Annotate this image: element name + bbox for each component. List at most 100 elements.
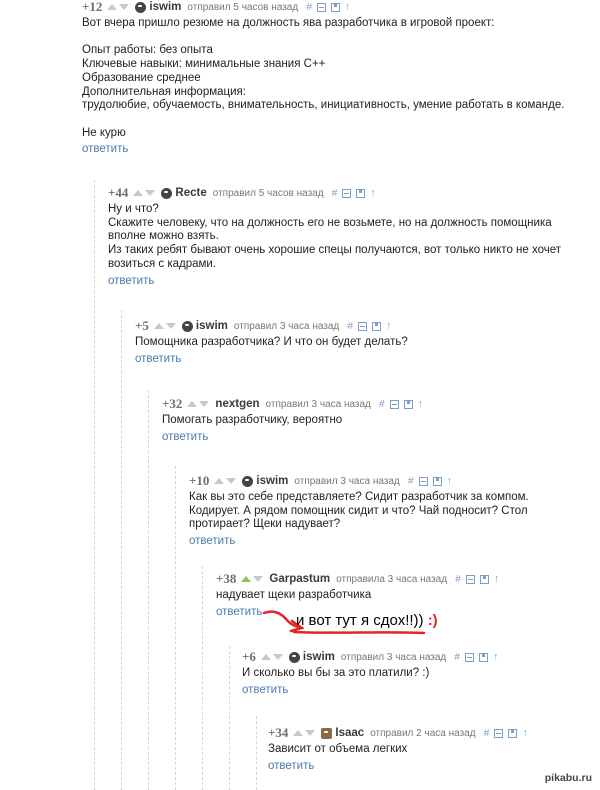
downvote-icon[interactable] <box>305 730 316 736</box>
reply-link[interactable]: ответить <box>216 606 262 619</box>
upvote-icon[interactable] <box>260 654 271 660</box>
reply-link[interactable]: ответить <box>242 684 288 697</box>
permalink-icon[interactable]: # <box>347 320 353 332</box>
comment-body: Зависит от объема легких <box>268 743 408 755</box>
reply-link[interactable]: ответить <box>162 431 208 444</box>
reply-link[interactable]: ответить <box>82 143 128 156</box>
reply-link[interactable]: ответить <box>189 535 235 548</box>
avatar[interactable] <box>161 187 173 199</box>
comment-body: Ну и что? Скажите человеку, что на должн… <box>108 203 562 270</box>
comment-score: +38 <box>216 571 237 586</box>
collapse-icon[interactable] <box>418 476 428 486</box>
comment-header: +38 Garpastum отправила 3 часа назад # ↑ <box>216 571 499 586</box>
parent-arrow-icon[interactable]: ↑ <box>370 187 375 199</box>
comment: +10 iswim отправил 3 часа назад # ↑ Как в… <box>189 473 529 548</box>
thread-line <box>175 466 176 790</box>
thread-line <box>148 390 149 790</box>
downvote-icon[interactable] <box>145 190 156 196</box>
avatar[interactable] <box>288 651 300 663</box>
comment-score: +34 <box>268 725 289 740</box>
collapse-icon[interactable] <box>342 188 352 198</box>
comment-score: +12 <box>82 0 103 14</box>
comment-timestamp: отправил 3 часа назад <box>340 651 447 663</box>
comment-header: +5 iswim отправил 3 часа назад # ↑ <box>135 318 408 333</box>
comment-author[interactable]: iswim <box>256 475 288 487</box>
save-icon[interactable] <box>508 728 518 738</box>
parent-arrow-icon[interactable]: ↑ <box>493 651 498 663</box>
reply-link[interactable]: ответить <box>135 353 181 366</box>
permalink-icon[interactable]: # <box>332 187 338 199</box>
comment-author[interactable]: iswim <box>149 1 181 13</box>
comment-body: И сколько вы бы за это платили? :) <box>242 667 430 679</box>
thread-line <box>256 716 257 790</box>
save-icon[interactable] <box>479 652 489 662</box>
avatar[interactable] <box>242 475 254 487</box>
upvote-icon[interactable] <box>241 576 252 582</box>
parent-arrow-icon[interactable]: ↑ <box>447 475 452 487</box>
comment-body: Помогать разработчику, вероятно <box>162 414 343 426</box>
collapse-icon[interactable] <box>465 652 475 662</box>
collapse-icon[interactable] <box>317 2 327 12</box>
parent-arrow-icon[interactable]: ↑ <box>494 573 499 585</box>
comment-author[interactable]: Garpastum <box>269 573 330 585</box>
avatar[interactable] <box>321 727 333 739</box>
thread-line <box>229 646 230 790</box>
comment-author[interactable]: iswim <box>303 651 335 663</box>
comment-header: +12 iswim отправил 5 часов назад # ↑ <box>82 0 564 14</box>
collapse-icon[interactable] <box>465 574 475 584</box>
downvote-icon[interactable] <box>226 478 237 484</box>
upvote-icon[interactable] <box>187 401 198 407</box>
comment-score: +6 <box>242 649 256 664</box>
comment: +12 iswim отправил 5 часов назад # ↑ Вот … <box>82 0 564 156</box>
save-icon[interactable] <box>432 476 442 486</box>
permalink-icon[interactable]: # <box>408 475 414 487</box>
upvote-icon[interactable] <box>293 730 304 736</box>
upvote-icon[interactable] <box>153 323 164 329</box>
comment-timestamp: отправил 3 часа назад <box>265 398 371 410</box>
downvote-icon[interactable] <box>199 401 210 407</box>
parent-arrow-icon[interactable]: ↑ <box>345 1 350 13</box>
comment-author[interactable]: Recte <box>175 187 206 199</box>
collapse-icon[interactable] <box>494 728 504 738</box>
permalink-icon[interactable]: # <box>455 573 461 585</box>
save-icon[interactable] <box>372 321 382 331</box>
parent-arrow-icon[interactable]: ↑ <box>522 727 527 739</box>
permalink-icon[interactable]: # <box>484 727 490 739</box>
comment-timestamp: отправил 2 часа назад <box>370 727 476 739</box>
downvote-icon[interactable] <box>119 4 130 10</box>
thread-line <box>121 310 122 790</box>
comment: +6 iswim отправил 3 часа назад # ↑ И скол… <box>242 649 498 697</box>
collapse-icon[interactable] <box>389 399 399 409</box>
downvote-icon[interactable] <box>165 323 176 329</box>
reply-link[interactable]: ответить <box>108 275 154 288</box>
parent-arrow-icon[interactable]: ↑ <box>418 398 423 410</box>
comment: +32 nextgen отправил 3 часа назад # ↑ Пом… <box>162 396 423 444</box>
comment-header: +10 iswim отправил 3 часа назад # ↑ <box>189 473 529 488</box>
thread-line <box>94 180 95 790</box>
comment: +34 Isaac отправил 2 часа назад # ↑ Завис… <box>268 725 528 773</box>
save-icon[interactable] <box>356 188 366 198</box>
upvote-icon[interactable] <box>107 4 118 10</box>
avatar[interactable] <box>181 320 193 332</box>
collapse-icon[interactable] <box>358 321 368 331</box>
permalink-icon[interactable]: # <box>306 1 312 13</box>
upvote-icon[interactable] <box>214 478 225 484</box>
parent-arrow-icon[interactable]: ↑ <box>386 320 391 332</box>
save-icon[interactable] <box>479 574 489 584</box>
comment-author[interactable]: nextgen <box>215 398 259 410</box>
reply-link[interactable]: ответить <box>268 760 314 773</box>
save-icon[interactable] <box>403 399 413 409</box>
permalink-icon[interactable]: # <box>379 398 385 410</box>
avatar[interactable] <box>135 1 147 13</box>
comment-author[interactable]: Isaac <box>335 727 364 739</box>
downvote-icon[interactable] <box>253 576 264 582</box>
upvote-icon[interactable] <box>133 190 144 196</box>
comment-timestamp: отправил 3 часа назад <box>233 320 340 332</box>
downvote-icon[interactable] <box>272 654 283 660</box>
comment: +5 iswim отправил 3 часа назад # ↑ Помощн… <box>135 318 408 366</box>
comment-body: Вот вчера пришло резюме на должность ява… <box>82 17 565 139</box>
comment-author[interactable]: iswim <box>196 320 228 332</box>
comment-timestamp: отправил 5 часов назад <box>212 187 324 199</box>
permalink-icon[interactable]: # <box>454 651 460 663</box>
save-icon[interactable] <box>331 2 341 12</box>
